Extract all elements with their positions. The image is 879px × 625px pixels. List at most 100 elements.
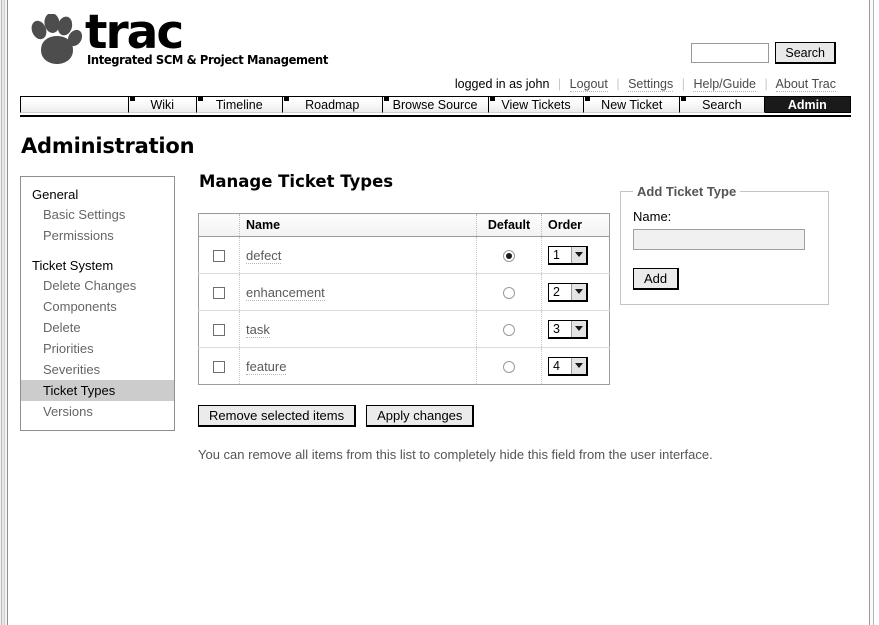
row-name-cell: enhancement	[239, 273, 477, 311]
nav-tab-label: Roadmap	[305, 97, 360, 112]
metanav-item-logout[interactable]: Logout	[569, 77, 608, 92]
ticket-type-link[interactable]: enhancement	[246, 284, 325, 301]
default-radio[interactable]	[503, 324, 515, 337]
add-button[interactable]: Add	[633, 268, 680, 290]
logo-wordmark: trac	[85, 5, 184, 60]
sidebar-group-ticket-system: Ticket System Delete Changes Components …	[21, 256, 174, 422]
row-order-cell: 2	[541, 273, 610, 311]
nav-tab-browse-source[interactable]: Browse Source	[382, 96, 489, 113]
metanav-item-help-guide[interactable]: Help/Guide	[693, 77, 757, 92]
nav-tab-label: View Tickets	[501, 97, 571, 112]
left-gutter	[0, 0, 8, 625]
admin-body: General Basic Settings Permissions Ticke…	[20, 172, 851, 462]
add-name-input[interactable]	[633, 229, 805, 250]
row-name-cell: feature	[239, 347, 477, 385]
add-ticket-type-legend: Add Ticket Type	[637, 184, 737, 199]
nav-tab-wiki[interactable]: Wiki	[128, 96, 197, 113]
ticket-type-link[interactable]: feature	[246, 358, 287, 375]
row-checkbox[interactable]	[213, 250, 225, 263]
order-select-value: 4	[553, 358, 560, 373]
column-header-select	[198, 213, 240, 237]
default-radio[interactable]	[503, 361, 515, 374]
ticket-type-link[interactable]: task	[246, 321, 270, 338]
tab-corner-icon	[383, 97, 389, 101]
sidebar-item-ticket-types[interactable]: Ticket Types	[21, 380, 174, 401]
sidebar-item-delete-changes[interactable]: Delete Changes	[21, 275, 174, 296]
row-checkbox[interactable]	[213, 287, 225, 300]
row-checkbox[interactable]	[213, 361, 225, 374]
banner: trac Integrated SCM & Project Management…	[8, 0, 869, 96]
sidebar-item-severities[interactable]: Severities	[21, 359, 174, 380]
metanav-item-settings[interactable]: Settings	[628, 77, 674, 92]
sidebar-item-priorities[interactable]: Priorities	[21, 338, 174, 359]
nav-tab-label: Search	[702, 97, 742, 112]
page-root: trac Integrated SCM & Project Management…	[8, 0, 869, 625]
row-default-cell	[476, 236, 542, 274]
search-form: Search	[691, 42, 836, 64]
table-row: task 3	[198, 310, 610, 348]
default-radio[interactable]	[503, 287, 515, 300]
tab-corner-icon	[585, 97, 591, 101]
nav-tab-roadmap[interactable]: Roadmap	[282, 96, 383, 113]
order-select-value: 1	[553, 247, 560, 262]
remove-selected-items-button[interactable]: Remove selected items	[198, 405, 357, 427]
add-ticket-type-panel: Add Ticket Type Name: Add	[620, 184, 829, 305]
main-navigation: Wiki Timeline Roadmap Browse Source View…	[20, 96, 852, 117]
table-row: enhancement 2	[198, 273, 610, 311]
order-select[interactable]: 1	[548, 245, 588, 265]
sidebar-group-general: General Basic Settings Permissions	[21, 185, 174, 246]
order-select[interactable]: 3	[548, 319, 588, 339]
page-title: Administration	[21, 134, 195, 158]
metanav-separator: |	[616, 77, 620, 91]
tab-corner-icon	[197, 97, 203, 101]
logged-in-label: logged in as john	[454, 77, 550, 91]
row-order-cell: 4	[542, 348, 610, 385]
row-name-cell: defect	[239, 236, 477, 274]
chevron-down-icon	[571, 283, 586, 300]
row-checkbox[interactable]	[213, 324, 225, 337]
logo-tagline: Integrated SCM & Project Management	[87, 52, 328, 67]
order-select[interactable]: 2	[548, 282, 588, 302]
tab-corner-icon	[681, 97, 687, 101]
ticket-type-link[interactable]: defect	[246, 247, 282, 264]
browser-viewport: trac Integrated SCM & Project Management…	[0, 0, 879, 625]
column-header-order: Order	[541, 213, 610, 237]
row-select-cell	[198, 347, 240, 385]
ticket-types-table: Name Default Order defect 1 enhancement …	[198, 213, 610, 385]
apply-changes-button[interactable]: Apply changes	[366, 405, 475, 427]
row-default-cell	[476, 310, 542, 348]
table-actions: Remove selected items Apply changes	[198, 405, 851, 427]
default-radio[interactable]	[503, 250, 515, 263]
nav-tab-new-ticket[interactable]: New Ticket	[584, 96, 681, 113]
metanav: logged in as john | Logout | Settings | …	[454, 77, 836, 92]
add-name-label: Name:	[633, 209, 672, 224]
admin-sidebar: General Basic Settings Permissions Ticke…	[20, 176, 175, 431]
search-button[interactable]: Search	[775, 42, 836, 64]
sidebar-group-title: General	[32, 187, 79, 202]
content: Administration General Basic Settings Pe…	[8, 134, 869, 462]
nav-tab-label: New Ticket	[601, 97, 663, 112]
tab-corner-icon	[129, 97, 135, 101]
nav-tab-view-tickets[interactable]: View Tickets	[488, 96, 585, 113]
metanav-item-about-trac[interactable]: About Trac	[775, 77, 836, 92]
order-select-value: 2	[553, 284, 560, 299]
nav-tab-spacer	[20, 96, 129, 113]
search-input[interactable]	[691, 43, 770, 63]
order-select-value: 3	[553, 321, 560, 336]
row-order-cell: 3	[541, 310, 610, 348]
nav-tab-label: Admin	[787, 97, 827, 112]
paw-logo-icon	[31, 14, 83, 64]
sidebar-item-permissions[interactable]: Permissions	[21, 225, 174, 246]
nav-tab-search[interactable]: Search	[680, 96, 765, 113]
nav-tab-admin[interactable]: Admin	[764, 96, 852, 113]
sidebar-item-basic-settings[interactable]: Basic Settings	[21, 204, 174, 225]
trac-logo[interactable]: trac Integrated SCM & Project Management	[23, 5, 328, 74]
nav-tab-timeline[interactable]: Timeline	[196, 96, 283, 113]
sidebar-item-components[interactable]: Components	[21, 296, 174, 317]
right-gutter	[869, 0, 879, 625]
sidebar-item-delete[interactable]: Delete	[21, 317, 174, 338]
sidebar-item-versions[interactable]: Versions	[21, 401, 174, 422]
nav-tab-label: Wiki	[150, 97, 175, 112]
chevron-down-icon	[571, 246, 586, 263]
order-select[interactable]: 4	[548, 356, 588, 376]
